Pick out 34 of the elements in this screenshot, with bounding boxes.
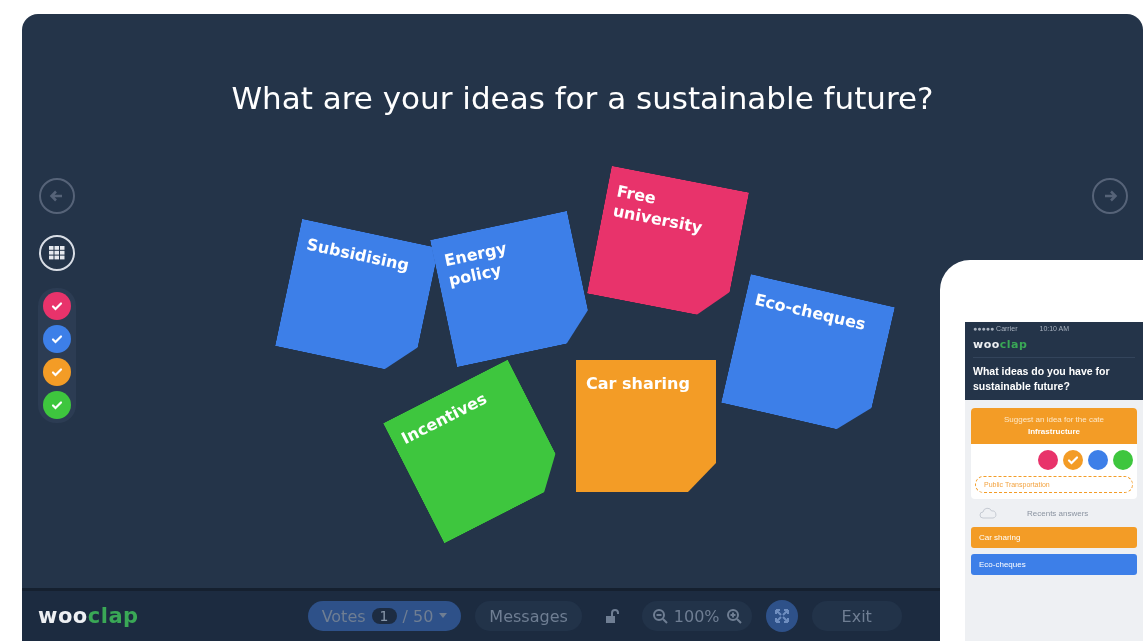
logo: wooclap: [973, 338, 1029, 351]
grid-icon: [49, 246, 65, 260]
logo: wooclap: [38, 604, 139, 628]
zoom-in-icon[interactable]: [725, 608, 742, 624]
unlocked-padlock-icon: [603, 608, 620, 624]
expand-icon: [773, 608, 790, 624]
color-filter[interactable]: [43, 325, 71, 353]
exit-button[interactable]: Exit: [811, 601, 902, 631]
question-title: What are your ideas for a sustainable future?: [230, 79, 935, 116]
prompt-text: Suggest an idea for the cate Infrastructure: [971, 408, 1137, 445]
color-filter[interactable]: [43, 292, 71, 320]
color-option[interactable]: [1063, 450, 1083, 471]
color-filter[interactable]: [43, 391, 71, 419]
previous-button[interactable]: [39, 178, 75, 214]
fullscreen-button[interactable]: [765, 600, 798, 632]
votes-button[interactable]: Votes 1 / 50: [307, 601, 462, 631]
color-option[interactable]: [1113, 450, 1133, 471]
zoom-level: 100%: [673, 606, 720, 626]
messages-button[interactable]: Messages: [475, 601, 582, 631]
arrow-left-icon: [49, 188, 65, 204]
cloud-icon: [979, 507, 997, 520]
color-filter[interactable]: [43, 358, 71, 386]
recent-label: Recents answers: [1027, 508, 1089, 518]
arrow-right-icon: [1102, 188, 1118, 204]
grid-button[interactable]: [39, 235, 75, 271]
next-button[interactable]: [1092, 178, 1128, 214]
phone-question: What ideas do you have for sustainable future?: [973, 357, 1135, 395]
zoom-out-icon[interactable]: [651, 608, 668, 624]
caret-icon: [439, 613, 448, 619]
answer-item: Car sharing: [971, 527, 1137, 549]
color-option[interactable]: [1038, 450, 1058, 471]
color-option[interactable]: [1088, 450, 1108, 471]
answer-item: Eco-cheques: [971, 554, 1137, 576]
sticky-note: Car sharing: [576, 360, 716, 492]
